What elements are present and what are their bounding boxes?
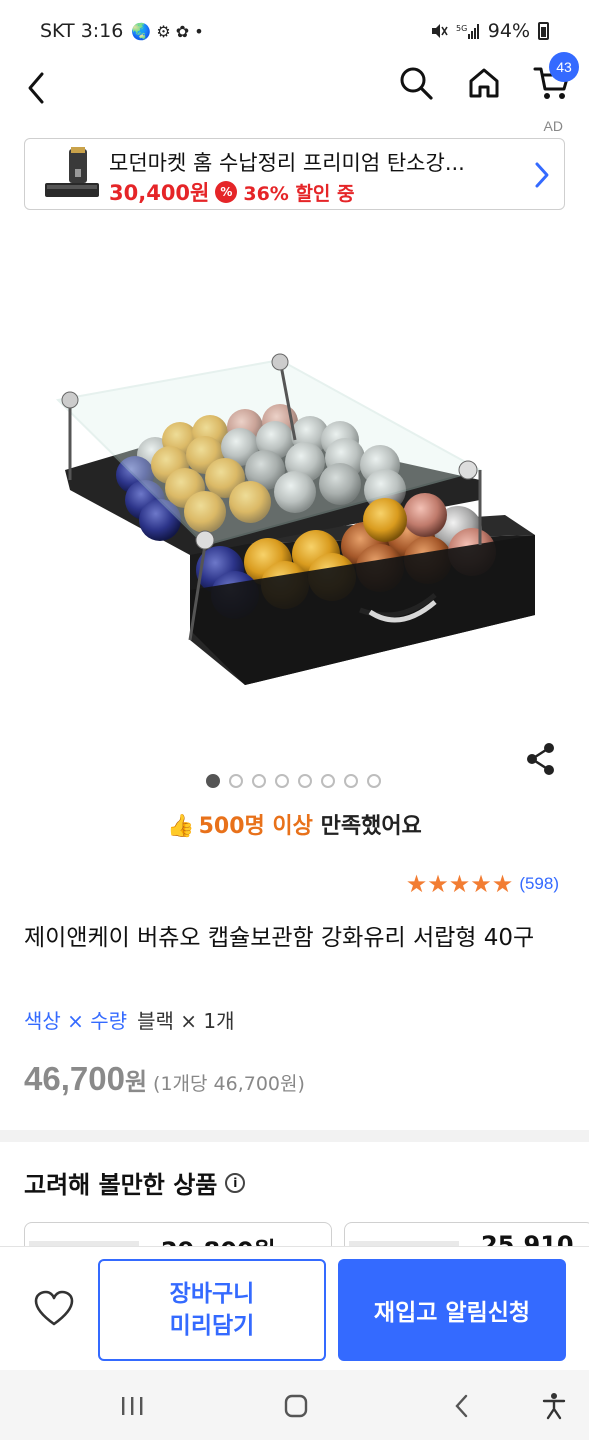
- home-system-button[interactable]: [276, 1388, 316, 1424]
- status-left: SKT 3:16 🌏 ⚙ ✿ •: [40, 20, 204, 42]
- thumbs-up-icon: 👍: [167, 814, 195, 839]
- carousel-dot[interactable]: [206, 774, 220, 788]
- section-divider: [0, 1130, 589, 1142]
- chevron-right-icon: [535, 162, 549, 188]
- star-icon: ★: [491, 870, 514, 898]
- image-carousel-dots[interactable]: [206, 774, 381, 788]
- recommend-section-title: 고려해 볼만한 상품 i: [24, 1165, 246, 1200]
- ad-discount: 36% 할인 중: [243, 182, 355, 205]
- nav-actions: 43: [393, 52, 579, 106]
- product-title: 제이앤케이 버츄오 캡슐보관함 강화유리 서랍형 40구: [24, 925, 535, 951]
- svg-text:5G: 5G: [456, 24, 467, 33]
- recommend-title-text: 고려해 볼만한 상품: [24, 1171, 218, 1199]
- signal-icon: 5G: [456, 24, 479, 39]
- star-icon: ★: [405, 870, 428, 898]
- carousel-dot[interactable]: [367, 774, 381, 788]
- home-circle-icon: [284, 1394, 308, 1418]
- ad-label: AD: [543, 118, 563, 134]
- satisfaction-text: 만족했어요: [320, 814, 422, 839]
- search-button[interactable]: [393, 60, 439, 106]
- battery-icon: [538, 22, 549, 40]
- carousel-dot[interactable]: [229, 774, 243, 788]
- option-label: 색상 × 수량: [24, 1009, 128, 1033]
- mute-icon: [431, 24, 448, 38]
- back-button[interactable]: [18, 64, 58, 108]
- cart-button[interactable]: 43: [529, 52, 579, 106]
- accessibility-icon: [542, 1393, 566, 1420]
- satisfaction-banner: 👍 500명 이상 만족했어요: [0, 808, 589, 840]
- ad-banner[interactable]: 모던마켓 홈 수납정리 프리미엄 탄소강... 30,400원 % 36% 할인…: [24, 138, 565, 210]
- ad-price: 30,400원: [109, 181, 210, 205]
- share-button[interactable]: [522, 740, 560, 778]
- price-currency: 원: [124, 1068, 148, 1096]
- back-icon: [28, 72, 44, 104]
- carousel-dot[interactable]: [344, 774, 358, 788]
- wishlist-button[interactable]: [32, 1287, 76, 1331]
- system-nav-bar: [0, 1370, 589, 1440]
- star-icon: ★: [448, 870, 471, 898]
- unit-price: (1개당 46,700원): [153, 1073, 305, 1095]
- rating[interactable]: ★★★★★ (598): [406, 872, 559, 896]
- ad-product-thumbnail: [45, 147, 99, 197]
- recent-apps-button[interactable]: [112, 1388, 152, 1424]
- info-icon[interactable]: i: [225, 1172, 246, 1193]
- price-block: 46,700원: [24, 1060, 147, 1098]
- price-row: 46,700원 (1개당 46,700원): [24, 1060, 305, 1098]
- heart-icon: [34, 1290, 74, 1326]
- carrier-time: SKT 3:16: [40, 20, 124, 42]
- accessibility-button[interactable]: [534, 1388, 574, 1424]
- status-extra-icons: 🌏 ⚙ ✿ •: [131, 21, 204, 41]
- carousel-dot[interactable]: [252, 774, 266, 788]
- battery-percent: 94%: [487, 20, 530, 42]
- carousel-dot[interactable]: [275, 774, 289, 788]
- ad-title: 모던마켓 홈 수납정리 프리미엄 탄소강...: [109, 151, 465, 175]
- star-icon: ★: [427, 870, 449, 898]
- carousel-dot[interactable]: [298, 774, 312, 788]
- option-value: 블랙 × 1개: [137, 1009, 235, 1033]
- home-button[interactable]: [461, 60, 507, 106]
- rating-stars: ★★★★★: [406, 872, 514, 896]
- status-right: 5G 94%: [430, 20, 549, 42]
- star-icon: ★: [470, 870, 492, 898]
- home-icon: [469, 68, 499, 98]
- discount-icon: %: [215, 181, 238, 203]
- satisfaction-highlight: 500명 이상: [198, 814, 313, 839]
- status-bar: SKT 3:16 🌏 ⚙ ✿ • 5G 94%: [0, 0, 589, 62]
- add-to-cart-button[interactable]: 장바구니 미리담기: [98, 1259, 326, 1361]
- carousel-dot[interactable]: [321, 774, 335, 788]
- top-nav: 43: [0, 52, 589, 116]
- search-icon: [400, 67, 433, 100]
- share-icon: [527, 743, 554, 775]
- review-count[interactable]: (598): [519, 874, 559, 894]
- system-back-button[interactable]: [442, 1388, 482, 1424]
- product-image[interactable]: [40, 340, 550, 700]
- cart-count-badge: 43: [549, 52, 579, 82]
- price-value: 46,700: [24, 1060, 125, 1097]
- recent-apps-icon: [122, 1397, 143, 1415]
- option-row[interactable]: 색상 × 수량 블랙 × 1개: [24, 1005, 234, 1034]
- bottom-action-bar: 장바구니 미리담기 재입고 알림신청: [0, 1246, 589, 1370]
- ad-price-line: 30,400원 % 36% 할인 중: [109, 177, 355, 207]
- restock-alert-button[interactable]: 재입고 알림신청: [338, 1259, 566, 1361]
- system-back-icon: [455, 1394, 468, 1418]
